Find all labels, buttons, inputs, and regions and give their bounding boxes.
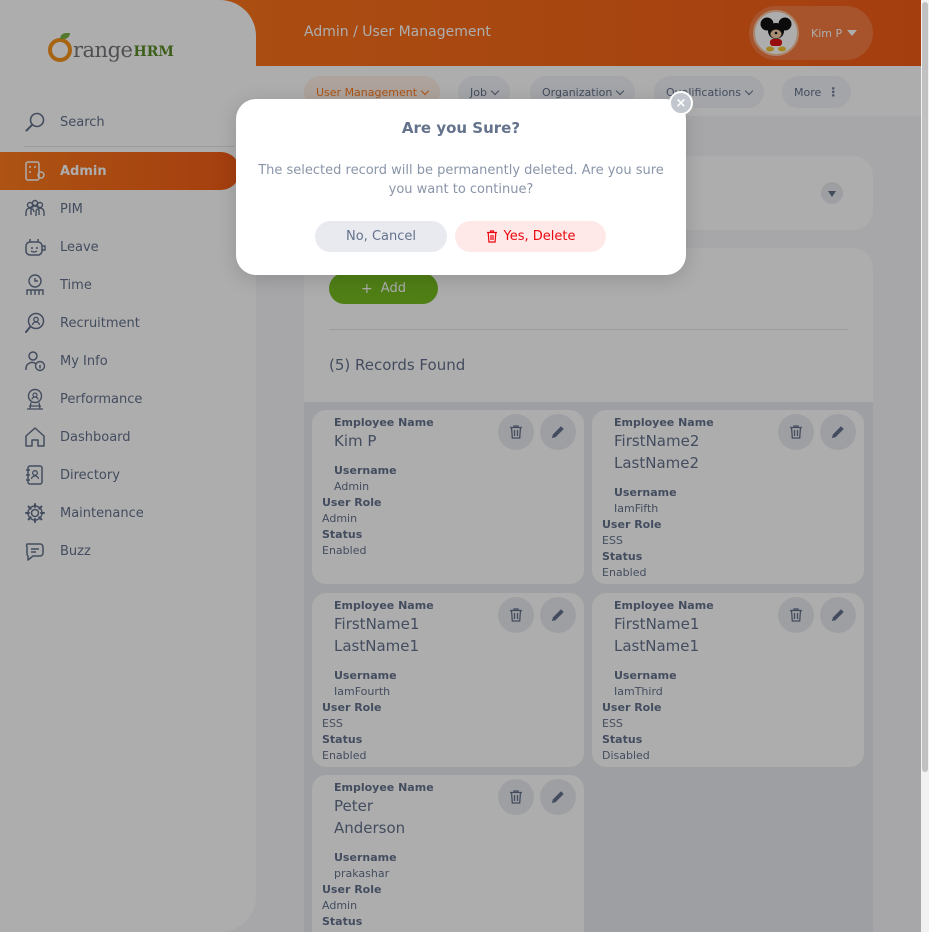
- confirm-delete-button[interactable]: Yes, Delete: [455, 221, 606, 252]
- cancel-button-label: No, Cancel: [346, 229, 416, 244]
- scrollbar-thumb[interactable]: [922, 2, 928, 772]
- trash-icon: [486, 230, 497, 243]
- page-scrollbar[interactable]: [921, 0, 929, 932]
- dialog-title: Are you Sure?: [401, 119, 521, 137]
- close-icon[interactable]: ×: [669, 91, 693, 115]
- dialog-message: The selected record will be permanently …: [258, 163, 664, 197]
- confirm-delete-label: Yes, Delete: [503, 229, 576, 244]
- confirm-delete-dialog: Are you Sure? The selected record will b…: [236, 99, 686, 275]
- cancel-button[interactable]: No, Cancel: [315, 221, 447, 252]
